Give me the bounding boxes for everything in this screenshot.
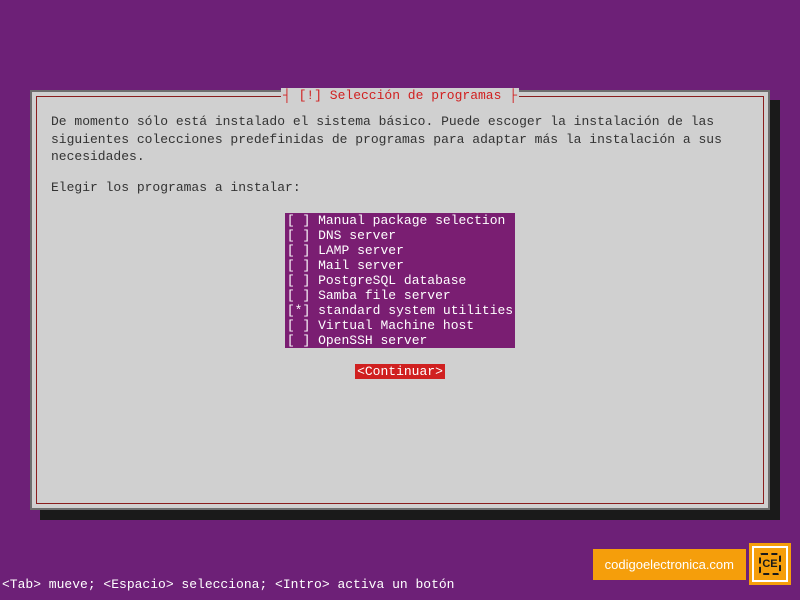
dialog-title: ┤ [!] Selección de programas ├ <box>281 88 519 103</box>
keyboard-hint: <Tab> mueve; <Espacio> selecciona; <Intr… <box>0 577 454 592</box>
watermark-text: codigoelectronica.com <box>593 549 746 580</box>
tasksel-dialog: ┤ [!] Selección de programas ├ De moment… <box>30 90 770 510</box>
package-options-list: [ ] Manual package selection [ ] DNS ser… <box>285 213 515 348</box>
checkbox[interactable]: [ ] <box>287 318 310 333</box>
option-label: Samba file server <box>318 288 513 303</box>
option-label: PostgreSQL database <box>318 273 513 288</box>
continue-button[interactable]: <Continuar> <box>355 364 445 379</box>
option-label: Virtual Machine host <box>318 318 513 333</box>
checkbox[interactable]: [*] <box>287 303 310 318</box>
option-standard-system-utilities[interactable]: [*] standard system utilities <box>285 303 515 318</box>
watermark: codigoelectronica.com CE <box>593 546 788 582</box>
checkbox[interactable]: [ ] <box>287 333 310 348</box>
checkbox[interactable]: [ ] <box>287 213 310 228</box>
option-openssh-server[interactable]: [ ] OpenSSH server <box>285 333 515 348</box>
option-virtual-machine-host[interactable]: [ ] Virtual Machine host <box>285 318 515 333</box>
checkbox[interactable]: [ ] <box>287 243 310 258</box>
continue-row: <Continuar> <box>51 364 749 379</box>
option-label: LAMP server <box>318 243 513 258</box>
dialog-body-text: De momento sólo está instalado el sistem… <box>51 113 749 166</box>
option-manual-package-selection[interactable]: [ ] Manual package selection <box>285 213 515 228</box>
option-label: Manual package selection <box>318 213 513 228</box>
option-dns-server[interactable]: [ ] DNS server <box>285 228 515 243</box>
watermark-chip-icon: CE <box>752 546 788 582</box>
option-label: standard system utilities <box>318 303 513 318</box>
checkbox[interactable]: [ ] <box>287 258 310 273</box>
option-mail-server[interactable]: [ ] Mail server <box>285 258 515 273</box>
checkbox[interactable]: [ ] <box>287 228 310 243</box>
option-label: OpenSSH server <box>318 333 513 348</box>
option-label: Mail server <box>318 258 513 273</box>
option-samba-file-server[interactable]: [ ] Samba file server <box>285 288 515 303</box>
dialog-prompt: Elegir los programas a instalar: <box>51 180 749 195</box>
checkbox[interactable]: [ ] <box>287 288 310 303</box>
checkbox[interactable]: [ ] <box>287 273 310 288</box>
dialog-border: ┤ [!] Selección de programas ├ De moment… <box>36 96 764 504</box>
option-lamp-server[interactable]: [ ] LAMP server <box>285 243 515 258</box>
watermark-icon-letters: CE <box>759 553 781 575</box>
option-label: DNS server <box>318 228 513 243</box>
option-postgresql-database[interactable]: [ ] PostgreSQL database <box>285 273 515 288</box>
